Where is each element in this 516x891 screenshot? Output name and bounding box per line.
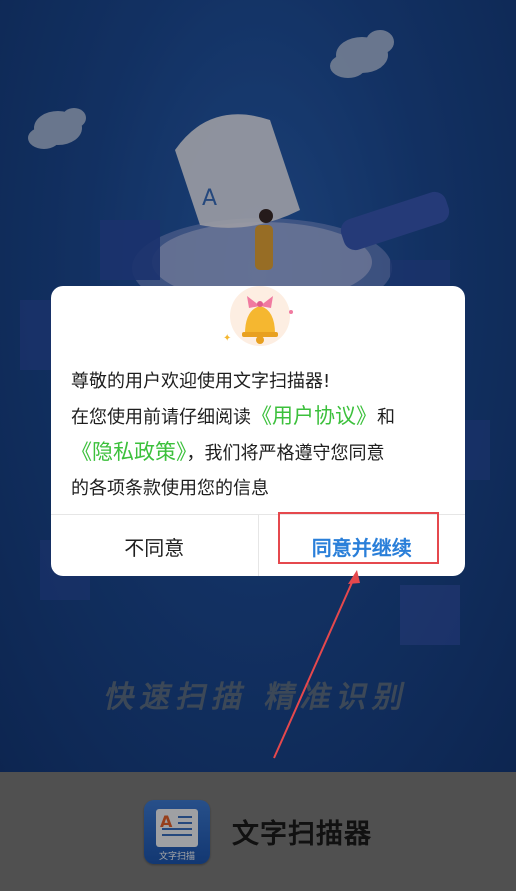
annotation-arrow-icon <box>273 570 360 759</box>
